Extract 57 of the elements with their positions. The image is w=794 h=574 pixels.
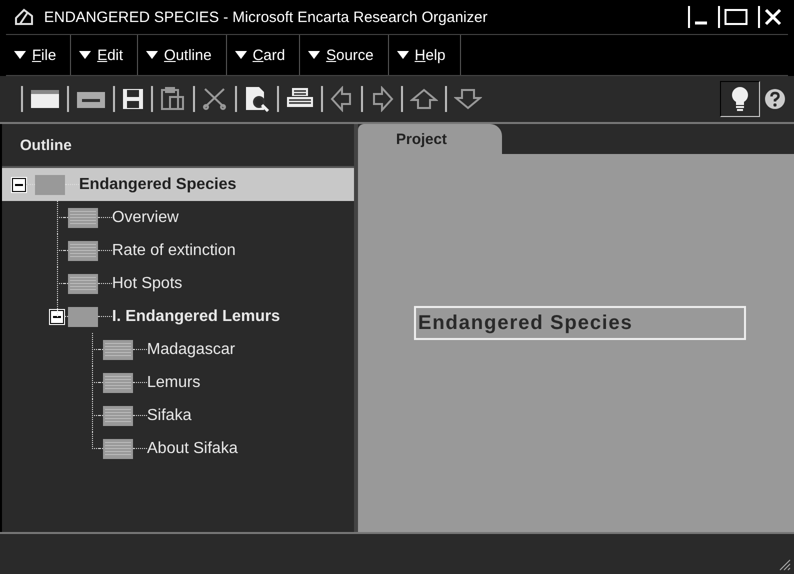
tree-node[interactable]: Madagascar — [2, 333, 354, 366]
caret-icon — [14, 51, 26, 59]
note-card-icon — [103, 340, 133, 360]
caret-icon — [79, 51, 92, 59]
collapse-toggle[interactable] — [50, 310, 64, 324]
window-title: ENDANGERED SPECIES - Microsoft Encarta Research Organizer — [44, 8, 488, 26]
caret-icon — [146, 51, 158, 59]
node-label: Overview — [112, 208, 179, 226]
node-label: Madagascar — [147, 340, 236, 358]
note-card-icon — [68, 240, 98, 260]
note-card-icon — [103, 406, 133, 426]
caret-icon — [396, 51, 409, 59]
note-card-icon — [68, 208, 98, 228]
collapse-toggle[interactable] — [12, 178, 26, 192]
print-preview-icon — [244, 86, 270, 112]
caret-icon — [308, 51, 320, 59]
note-card-icon — [103, 438, 133, 458]
tree-node[interactable]: Sifaka — [2, 399, 354, 432]
tree-node[interactable]: Hot Spots — [2, 267, 354, 300]
toolbar-button[interactable] — [28, 88, 62, 110]
close-icon — [764, 8, 782, 26]
tree-node[interactable]: About Sifaka — [2, 432, 354, 465]
node-label: Lemurs — [147, 374, 200, 392]
node-label: Rate of extinction — [112, 242, 236, 260]
toolbar-button[interactable] — [120, 88, 146, 110]
maximize-icon — [724, 8, 748, 26]
tree-node[interactable]: Rate of extinction — [2, 234, 354, 267]
note-card-icon — [103, 372, 133, 392]
tree-node[interactable]: Lemurs — [2, 366, 354, 399]
minimize-icon — [694, 21, 708, 25]
card-icon — [30, 88, 60, 110]
tab[interactable]: Project — [358, 124, 502, 154]
caret-icon — [234, 51, 247, 59]
tree-node[interactable]: Overview — [2, 201, 354, 234]
tips-button[interactable] — [720, 81, 760, 117]
help-icon[interactable] — [764, 88, 786, 110]
node-label: About Sifaka — [147, 440, 238, 458]
folder-icon — [35, 174, 65, 194]
project-title-field[interactable]: Endangered Species — [414, 306, 746, 340]
left-arrow-icon — [330, 86, 354, 112]
save-icon — [122, 88, 144, 110]
lightbulb-icon — [731, 86, 749, 112]
clipboard-icon — [160, 87, 186, 111]
up-arrow-icon — [410, 88, 438, 110]
node-label: Sifaka — [147, 406, 192, 424]
note-card-icon — [68, 274, 98, 294]
node-label: I. Endangered Lemurs — [112, 308, 280, 326]
folder-icon — [68, 306, 98, 326]
app-icon — [14, 8, 34, 26]
right-arrow-icon — [370, 86, 394, 112]
scissors-icon — [202, 87, 228, 111]
node-label: Endangered Species — [79, 176, 236, 194]
tree-node[interactable]: I. Endangered Lemurs — [2, 300, 354, 333]
tree-node[interactable]: Endangered Species — [2, 168, 354, 201]
down-arrow-icon — [454, 88, 482, 110]
resize-grip-icon[interactable] — [777, 557, 791, 571]
node-label: Hot Spots — [112, 274, 182, 292]
